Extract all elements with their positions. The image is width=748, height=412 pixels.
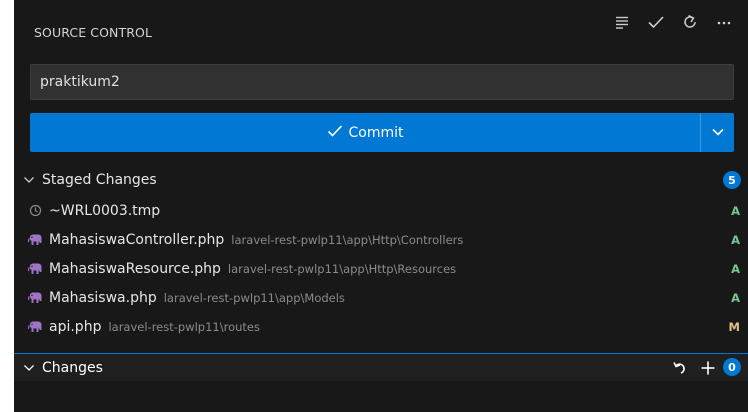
commit-dropdown[interactable] xyxy=(701,113,734,152)
status-badge: A xyxy=(731,232,740,247)
list-item[interactable]: Mahasiswa.php laravel-rest-pwlp11\app\Mo… xyxy=(14,283,748,312)
changes-count-badge: 0 xyxy=(723,358,741,376)
header-actions xyxy=(612,10,734,34)
chevron-down-icon xyxy=(711,125,725,141)
file-path: laravel-rest-pwlp11\routes xyxy=(108,319,260,334)
file-name: MahasiswaController.php xyxy=(49,231,225,248)
file-path: laravel-rest-pwlp11\app\Models xyxy=(163,290,345,305)
panel-title: SOURCE CONTROL xyxy=(34,24,153,40)
file-name: Mahasiswa.php xyxy=(49,289,157,306)
file-path: laravel-rest-pwlp11\app\Http\Controllers xyxy=(231,232,464,247)
changes-label: Changes xyxy=(42,359,103,376)
list-item[interactable]: MahasiswaController.php laravel-rest-pwl… xyxy=(14,225,748,254)
php-elephant-icon xyxy=(27,319,43,335)
view-as-list-icon[interactable] xyxy=(612,12,632,32)
commit-message-input[interactable] xyxy=(30,64,734,100)
php-elephant-icon xyxy=(27,261,43,277)
chevron-down-icon xyxy=(22,173,36,187)
chevron-down-icon xyxy=(22,361,36,375)
status-badge: A xyxy=(731,203,740,218)
stage-all-icon[interactable] xyxy=(698,358,718,378)
discard-all-icon[interactable] xyxy=(670,358,690,378)
commit-button[interactable]: Commit xyxy=(30,113,734,152)
file-name: ~WRL0003.tmp xyxy=(49,202,161,219)
commit-main-action[interactable]: Commit xyxy=(30,113,700,152)
commit-check-icon[interactable] xyxy=(646,12,666,32)
file-name: api.php xyxy=(49,318,102,335)
php-elephant-icon xyxy=(27,290,43,306)
status-badge: A xyxy=(731,290,740,305)
changes-header[interactable]: Changes 0 xyxy=(14,353,748,381)
status-badge: M xyxy=(728,319,740,334)
list-item[interactable]: ~WRL0003.tmp A xyxy=(14,196,748,225)
list-item[interactable]: api.php laravel-rest-pwlp11\routes M xyxy=(14,312,748,341)
file-path: laravel-rest-pwlp11\app\Http\Resources xyxy=(227,261,457,276)
more-actions-icon[interactable] xyxy=(714,12,734,32)
check-icon xyxy=(327,124,343,142)
staged-changes-label: Staged Changes xyxy=(42,172,157,188)
source-control-panel: SOURCE CONTROL Commit xyxy=(14,0,748,412)
php-elephant-icon xyxy=(27,232,43,248)
commit-button-label: Commit xyxy=(348,124,404,141)
file-name: MahasiswaResource.php xyxy=(49,260,221,277)
clock-file-icon xyxy=(27,203,43,219)
staged-changes-header[interactable]: Staged Changes 5 xyxy=(14,166,748,194)
list-item[interactable]: MahasiswaResource.php laravel-rest-pwlp1… xyxy=(14,254,748,283)
changes-actions xyxy=(670,358,718,378)
staged-count-badge: 5 xyxy=(723,171,741,189)
refresh-icon[interactable] xyxy=(680,12,700,32)
status-badge: A xyxy=(731,261,740,276)
